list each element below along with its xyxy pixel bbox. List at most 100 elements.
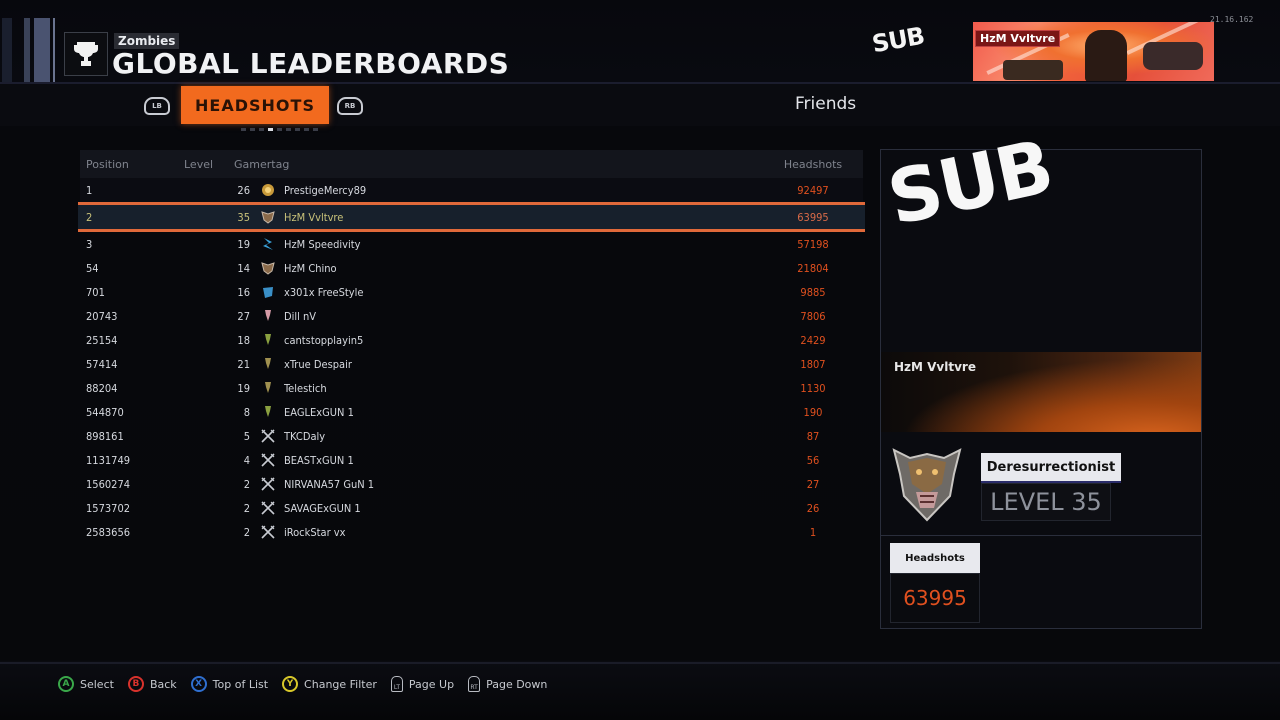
lb-bumper-icon[interactable]: LB <box>144 97 170 115</box>
rank-pin-olive-icon <box>256 357 280 371</box>
table-body: 1 26 PrestigeMercy89 92497 2 35 HzM Vvltvre 639… <box>78 178 865 544</box>
row-position: 88204 <box>86 381 118 395</box>
prestige-emblem-gold-icon <box>256 183 280 197</box>
row-gamertag: EAGLExGUN 1 <box>284 405 354 419</box>
row-position: 2583656 <box>86 525 131 539</box>
row-position: 20743 <box>86 309 118 323</box>
row-headshots: 27 <box>806 477 820 491</box>
crossed-swords-icon <box>256 453 280 467</box>
rank-pin-green-icon <box>256 405 280 419</box>
hint-label: Back <box>149 677 177 691</box>
row-level: 19 <box>237 381 250 395</box>
row-gamertag: iRockStar vx <box>284 525 346 539</box>
table-row[interactable]: 2583656 2 iRockStar vx 1 <box>80 520 863 544</box>
table-row[interactable]: 88204 19 Telestich 1130 <box>80 376 863 400</box>
table-row[interactable]: 1560274 2 NIRVANA57 GuN 1 27 <box>80 472 863 496</box>
banner-gamertag: HzM Vvltvre <box>975 30 1061 47</box>
table-row[interactable]: 898161 5 TKCDaly 87 <box>80 424 863 448</box>
rb-bumper-icon[interactable]: RB <box>337 97 363 115</box>
hint-label: Select <box>80 677 114 691</box>
table-row[interactable]: 1131749 4 BEASTxGUN 1 56 <box>80 448 863 472</box>
row-level: 21 <box>237 357 250 371</box>
column-header-headshots: Headshots <box>783 157 843 171</box>
row-level: 16 <box>237 285 250 299</box>
tab-page-indicator <box>241 128 318 131</box>
row-headshots: 26 <box>806 501 820 515</box>
table-row[interactable]: 2 35 HzM Vvltvre 63995 <box>78 202 865 232</box>
page-dot <box>286 128 291 131</box>
row-gamertag: HzM Speedivity <box>284 237 361 251</box>
row-position: 57414 <box>86 357 118 371</box>
row-level: 14 <box>237 261 250 275</box>
crossed-swords-icon <box>256 477 280 491</box>
row-position: 1 <box>86 183 93 197</box>
friends-filter[interactable]: Friends <box>795 94 856 114</box>
b-button-icon: B <box>127 676 144 692</box>
hint-page-up[interactable]: LT Page Up <box>390 676 454 692</box>
row-position: 898161 <box>86 429 124 443</box>
hint-page-down[interactable]: RT Page Down <box>468 676 547 692</box>
tab-headshots[interactable]: HEADSHOTS <box>181 86 329 124</box>
row-level: 18 <box>237 333 250 347</box>
row-headshots: 1130 <box>800 381 826 395</box>
row-position: 1573702 <box>86 501 131 515</box>
row-gamertag: BEASTxGUN 1 <box>284 453 354 467</box>
trophy-icon <box>64 32 108 76</box>
hint-select[interactable]: A Select <box>58 676 114 692</box>
row-position: 1131749 <box>86 453 131 467</box>
row-headshots: 92497 <box>797 183 829 197</box>
table-header: Position Level Gamertag Headshots <box>80 150 863 178</box>
table-row[interactable]: 1 26 PrestigeMercy89 92497 <box>80 178 863 202</box>
table-row[interactable]: 701 16 x301x FreeStyle 9885 <box>80 280 863 304</box>
page-dot <box>259 128 264 131</box>
table-row[interactable]: 57414 21 xTrue Despair 1807 <box>80 352 863 376</box>
stat-label: Headshots <box>890 543 980 573</box>
prestige-emblem-dog-icon <box>256 210 280 224</box>
player-level: LEVEL 35 <box>981 483 1111 521</box>
table-row[interactable]: 3 19 HzM Speedivity 57198 <box>80 232 863 256</box>
row-gamertag: PrestigeMercy89 <box>284 183 367 197</box>
table-row[interactable]: 544870 8 EAGLExGUN 1 190 <box>80 400 863 424</box>
lt-trigger-icon: LT <box>390 676 403 692</box>
a-button-icon: A <box>58 676 74 692</box>
page-dot <box>304 128 309 131</box>
row-headshots: 56 <box>806 453 820 467</box>
row-level: 4 <box>243 453 250 467</box>
table-row[interactable]: 54 14 HzM Chino 21804 <box>80 256 863 280</box>
row-level: 35 <box>237 210 250 224</box>
row-position: 544870 <box>86 405 124 419</box>
row-headshots: 63995 <box>797 210 829 224</box>
row-headshots: 7806 <box>800 309 826 323</box>
row-gamertag: NIRVANA57 GuN 1 <box>284 477 375 491</box>
row-gamertag: Telestich <box>284 381 327 395</box>
row-gamertag: cantstopplayin5 <box>284 333 364 347</box>
page-title: GLOBAL LEADERBOARDS <box>112 47 510 80</box>
hint-label: Top of List <box>212 677 269 691</box>
prestige-emblem-blue-icon <box>256 237 280 251</box>
rank-pin-olive-icon <box>256 381 280 395</box>
row-gamertag: x301x FreeStyle <box>284 285 364 299</box>
row-headshots: 87 <box>806 429 820 443</box>
hint-back[interactable]: B Back <box>127 676 177 692</box>
row-headshots: 57198 <box>797 237 829 251</box>
rank-pin-pink-icon <box>256 309 280 323</box>
leaderboard-table: Position Level Gamertag Headshots 1 26 Pre… <box>78 150 865 544</box>
hint-label: Page Down <box>486 677 548 691</box>
page-dot <box>295 128 300 131</box>
rt-trigger-icon: RT <box>468 676 481 692</box>
column-header-level: Level <box>184 157 214 171</box>
table-row[interactable]: 25154 18 cantstopplayin5 2429 <box>80 328 863 352</box>
hint-top-of-list[interactable]: X Top of List <box>190 676 269 692</box>
page-dot <box>250 128 255 131</box>
prestige-emblem-cyan-icon <box>256 285 280 299</box>
table-row[interactable]: 20743 27 Dill nV 7806 <box>80 304 863 328</box>
page-dot <box>268 128 273 131</box>
row-headshots: 21804 <box>797 261 829 275</box>
x-button-icon: X <box>190 676 207 692</box>
row-headshots: 190 <box>803 405 823 419</box>
page-dot <box>241 128 246 131</box>
table-row[interactable]: 1573702 2 SAVAGExGUN 1 26 <box>80 496 863 520</box>
page-dot <box>313 128 318 131</box>
hint-change-filter[interactable]: Y Change Filter <box>282 676 377 692</box>
row-gamertag: HzM Chino <box>284 261 337 275</box>
